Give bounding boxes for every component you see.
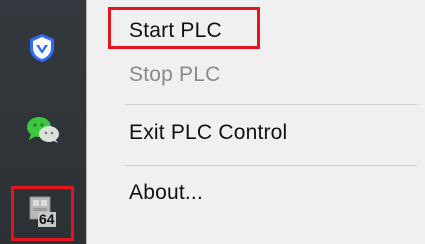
plc-badge-64: 64 bbox=[38, 211, 56, 227]
system-tray: 64 bbox=[0, 0, 92, 244]
plc-tray-icon[interactable]: 64 bbox=[14, 190, 68, 238]
menu-separator-2 bbox=[125, 165, 417, 166]
menu-item-start-plc[interactable]: Start PLC bbox=[87, 8, 425, 54]
menu-separator-1 bbox=[125, 104, 417, 105]
wechat-icon[interactable] bbox=[20, 110, 66, 150]
menu-item-stop-plc: Stop PLC bbox=[87, 52, 425, 98]
menu-label-stop-plc: Stop PLC bbox=[129, 63, 221, 86]
menu-item-about[interactable]: About... bbox=[87, 170, 425, 216]
menu-item-exit-plc-control[interactable]: Exit PLC Control bbox=[87, 110, 425, 156]
menu-label-exit-plc-control: Exit PLC Control bbox=[129, 121, 288, 144]
screenshot-stage: 64 Start PLC Stop PLC Exit PLC Control A… bbox=[0, 0, 425, 244]
menu-label-start-plc: Start PLC bbox=[129, 19, 222, 42]
shield-icon[interactable] bbox=[22, 28, 62, 68]
menu-label-about: About... bbox=[129, 181, 203, 204]
context-menu: Start PLC Stop PLC Exit PLC Control Abou… bbox=[86, 0, 425, 244]
